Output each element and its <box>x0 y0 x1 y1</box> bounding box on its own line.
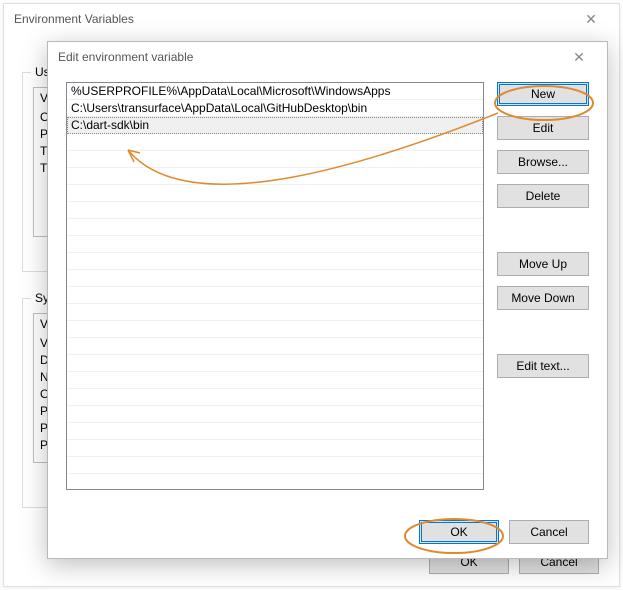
empty-row[interactable] <box>67 202 483 219</box>
empty-row[interactable] <box>67 440 483 457</box>
path-entry[interactable]: C:\Users\transurface\AppData\Local\GitHu… <box>67 100 483 117</box>
edit-button[interactable]: Edit <box>497 116 589 140</box>
close-icon[interactable]: ✕ <box>573 11 609 28</box>
empty-row[interactable] <box>67 270 483 287</box>
browse-button[interactable]: Browse... <box>497 150 589 174</box>
selected-entry[interactable]: C:\dart-sdk\bin <box>67 117 483 134</box>
empty-row[interactable] <box>67 219 483 236</box>
path-entries-listbox[interactable]: %USERPROFILE%\AppData\Local\Microsoft\Wi… <box>66 82 484 490</box>
empty-row[interactable] <box>67 304 483 321</box>
empty-row[interactable] <box>67 151 483 168</box>
env-titlebar: Environment Variables ✕ <box>4 4 619 34</box>
empty-row[interactable] <box>67 406 483 423</box>
env-title: Environment Variables <box>14 12 134 26</box>
ok-button-edit[interactable]: OK <box>419 520 499 544</box>
edit-titlebar: Edit environment variable ✕ <box>48 42 607 72</box>
edit-environment-variable-dialog: Edit environment variable ✕ %USERPROFILE… <box>47 41 608 559</box>
empty-row[interactable] <box>67 389 483 406</box>
empty-row[interactable] <box>67 236 483 253</box>
empty-row[interactable] <box>67 423 483 440</box>
move-up-button[interactable]: Move Up <box>497 252 589 276</box>
close-icon[interactable]: ✕ <box>561 49 597 66</box>
empty-row[interactable] <box>67 372 483 389</box>
empty-row[interactable] <box>67 253 483 270</box>
empty-row[interactable] <box>67 185 483 202</box>
empty-row[interactable] <box>67 355 483 372</box>
delete-button[interactable]: Delete <box>497 184 589 208</box>
empty-row[interactable] <box>67 457 483 474</box>
empty-row[interactable] <box>67 321 483 338</box>
empty-row[interactable] <box>67 338 483 355</box>
edit-title: Edit environment variable <box>58 50 193 64</box>
cancel-button-edit[interactable]: Cancel <box>509 520 589 544</box>
move-down-button[interactable]: Move Down <box>497 286 589 310</box>
edit-text-button[interactable]: Edit text... <box>497 354 589 378</box>
path-entry[interactable]: %USERPROFILE%\AppData\Local\Microsoft\Wi… <box>67 83 483 100</box>
empty-row[interactable] <box>67 134 483 151</box>
empty-row[interactable] <box>67 287 483 304</box>
empty-row[interactable] <box>67 168 483 185</box>
new-button[interactable]: New <box>497 82 589 106</box>
